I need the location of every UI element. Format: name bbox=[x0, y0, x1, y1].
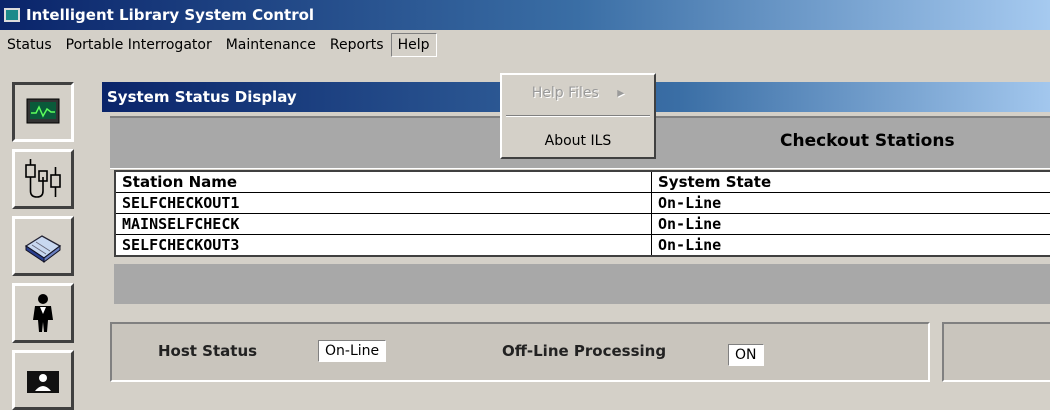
secondary-status-panel bbox=[942, 322, 1050, 382]
system-state-cell: On-Line bbox=[658, 215, 722, 233]
patron-button[interactable] bbox=[12, 350, 74, 410]
host-status-label: Host Status bbox=[158, 342, 258, 360]
app-title-bar[interactable]: Intelligent Library System Control bbox=[0, 0, 1050, 30]
user-card-icon bbox=[27, 371, 59, 393]
book-icon bbox=[24, 235, 62, 263]
maintenance-button[interactable] bbox=[12, 216, 74, 276]
menu-separator bbox=[506, 115, 650, 117]
monitor-graph-icon bbox=[26, 98, 60, 124]
host-status-panel: Host Status On-Line Off-Line Processing … bbox=[110, 322, 930, 382]
portable-interrogator-button[interactable] bbox=[12, 149, 74, 209]
table-footer-strip bbox=[114, 264, 1050, 304]
menu-maintenance[interactable]: Maintenance bbox=[219, 33, 323, 57]
help-files-label: Help Files bbox=[531, 85, 599, 101]
column-header-station-name[interactable]: Station Name bbox=[116, 172, 652, 192]
table-row[interactable]: SELFCHECKOUT1 On-Line bbox=[116, 193, 1050, 214]
station-name-cell: SELFCHECKOUT1 bbox=[116, 193, 652, 213]
station-name-cell: MAINSELFCHECK bbox=[116, 214, 652, 234]
checkout-stations-heading: Checkout Stations bbox=[780, 131, 955, 151]
station-name-cell: SELFCHECKOUT3 bbox=[116, 235, 652, 255]
app-title: Intelligent Library System Control bbox=[26, 6, 315, 24]
menu-item-help-files[interactable]: Help Files ▸ bbox=[502, 79, 654, 107]
system-status-button[interactable] bbox=[12, 82, 74, 142]
menu-reports[interactable]: Reports bbox=[323, 33, 391, 57]
column-header-system-state[interactable]: System State bbox=[652, 172, 1050, 192]
offline-processing-label: Off-Line Processing bbox=[502, 342, 667, 360]
left-toolbar bbox=[0, 70, 95, 410]
host-status-value: On-Line bbox=[318, 340, 387, 362]
menu-portable-interrogator[interactable]: Portable Interrogator bbox=[59, 33, 219, 57]
menu-item-about-ils[interactable]: About ILS bbox=[502, 127, 654, 155]
reports-button[interactable] bbox=[12, 283, 74, 343]
connectors-icon bbox=[25, 159, 61, 198]
menu-bar: Status Portable Interrogator Maintenance… bbox=[0, 30, 1050, 60]
table-row[interactable]: SELFCHECKOUT3 On-Line bbox=[116, 235, 1050, 255]
person-icon bbox=[33, 294, 53, 332]
stations-table: Station Name System State SELFCHECKOUT1 … bbox=[114, 170, 1050, 257]
system-state-cell: On-Line bbox=[658, 236, 722, 254]
table-row[interactable]: MAINSELFCHECK On-Line bbox=[116, 214, 1050, 235]
offline-processing-value: ON bbox=[728, 344, 764, 366]
submenu-arrow-icon: ▸ bbox=[617, 85, 625, 101]
help-dropdown-menu: Help Files ▸ About ILS bbox=[500, 73, 656, 159]
table-header-row: Station Name System State bbox=[116, 172, 1050, 193]
app-monitor-icon bbox=[4, 8, 20, 22]
menu-help[interactable]: Help bbox=[390, 33, 437, 57]
menu-status[interactable]: Status bbox=[0, 33, 59, 57]
system-state-cell: On-Line bbox=[658, 194, 722, 212]
